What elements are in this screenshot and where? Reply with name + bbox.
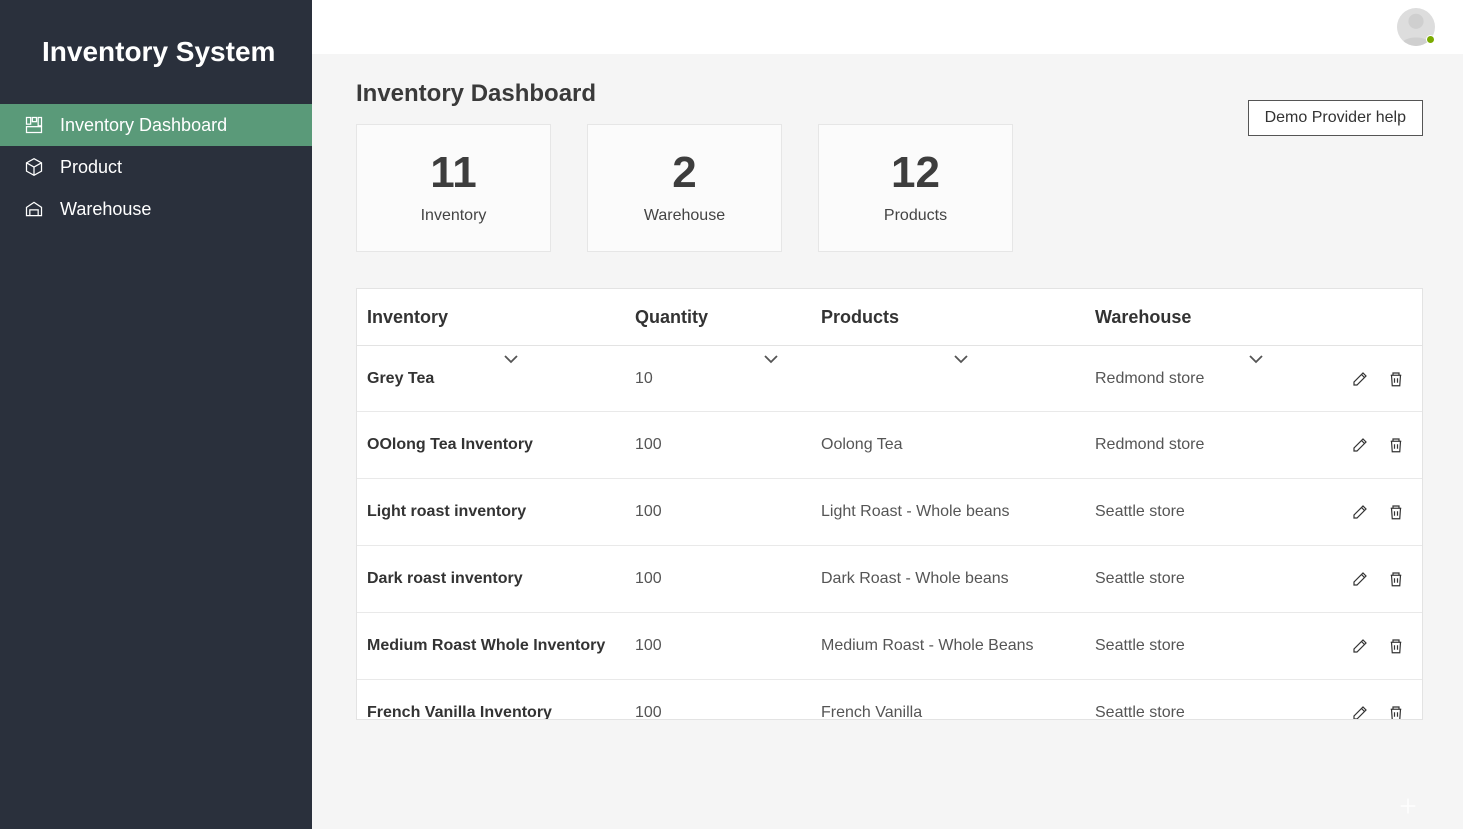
delete-button[interactable]	[1386, 435, 1406, 455]
sidebar-item-label: Warehouse	[60, 199, 151, 220]
edit-button[interactable]	[1350, 435, 1370, 455]
table-row[interactable]: OOlong Tea Inventory100Oolong TeaRedmond…	[357, 412, 1422, 479]
cell-warehouse: Seattle store	[1095, 503, 1279, 521]
edit-button[interactable]	[1350, 569, 1370, 589]
cell-warehouse: Seattle store	[1095, 704, 1279, 720]
cell-warehouse: Seattle store	[1095, 570, 1279, 588]
header-products[interactable]: Products	[821, 307, 1095, 328]
inventory-table: Inventory Quantity Products Warehouse Gr…	[356, 288, 1423, 720]
header-quantity[interactable]: Quantity	[635, 307, 821, 328]
table-row[interactable]: Dark roast inventory100Dark Roast - Whol…	[357, 546, 1422, 613]
add-button[interactable]	[1393, 791, 1423, 821]
main: Inventory Dashboard Demo Provider help 1…	[312, 0, 1463, 829]
cell-inventory: Medium Roast Whole Inventory	[367, 637, 635, 655]
cell-products: Oolong Tea	[821, 436, 1095, 454]
table-row[interactable]: Light roast inventory100Light Roast - Wh…	[357, 479, 1422, 546]
delete-button[interactable]	[1386, 703, 1406, 720]
filter-chevron-products[interactable]	[952, 352, 970, 366]
card-value: 12	[891, 151, 940, 195]
delete-button[interactable]	[1386, 569, 1406, 589]
cell-inventory: Light roast inventory	[367, 503, 635, 521]
header-warehouse[interactable]: Warehouse	[1095, 307, 1279, 328]
dashboard-icon	[24, 115, 44, 135]
user-avatar[interactable]	[1397, 8, 1435, 46]
cell-warehouse: Redmond store	[1095, 370, 1279, 388]
content: Inventory Dashboard Demo Provider help 1…	[312, 54, 1463, 829]
summary-cards: 11 Inventory 2 Warehouse 12 Products	[356, 124, 1423, 252]
table-row[interactable]: French Vanilla Inventory100French Vanill…	[357, 680, 1422, 720]
sidebar-item-warehouse[interactable]: Warehouse	[0, 188, 312, 230]
presence-dot-icon	[1426, 35, 1435, 44]
cell-inventory: OOlong Tea Inventory	[367, 436, 635, 454]
sidebar-item-inventory-dashboard[interactable]: Inventory Dashboard	[0, 104, 312, 146]
filter-chevron-quantity[interactable]	[762, 352, 780, 366]
cell-products: French Vanilla	[821, 704, 1095, 720]
cell-quantity: 100	[635, 503, 821, 521]
cell-warehouse: Seattle store	[1095, 637, 1279, 655]
card-value: 11	[430, 151, 477, 195]
cell-quantity: 100	[635, 570, 821, 588]
cell-quantity: 100	[635, 436, 821, 454]
cell-products: Medium Roast - Whole Beans	[821, 637, 1095, 655]
warehouse-icon	[24, 199, 44, 219]
edit-button[interactable]	[1350, 502, 1370, 522]
app-title: Inventory System	[0, 0, 312, 104]
card-label: Products	[884, 207, 947, 225]
delete-button[interactable]	[1386, 636, 1406, 656]
card-products[interactable]: 12 Products	[818, 124, 1013, 252]
sidebar-item-label: Inventory Dashboard	[60, 115, 227, 136]
table-row[interactable]: Medium Roast Whole Inventory100Medium Ro…	[357, 613, 1422, 680]
sidebar-item-product[interactable]: Product	[0, 146, 312, 188]
cell-quantity: 10	[635, 370, 821, 388]
card-inventory[interactable]: 11 Inventory	[356, 124, 551, 252]
table-header-row: Inventory Quantity Products Warehouse	[357, 289, 1422, 346]
filter-chevron-warehouse[interactable]	[1247, 352, 1265, 366]
delete-button[interactable]	[1386, 502, 1406, 522]
cell-inventory: Grey Tea	[367, 370, 635, 388]
demo-provider-help-button[interactable]: Demo Provider help	[1248, 100, 1423, 136]
cell-inventory: Dark roast inventory	[367, 570, 635, 588]
cell-products: Light Roast - Whole beans	[821, 503, 1095, 521]
card-warehouse[interactable]: 2 Warehouse	[587, 124, 782, 252]
topbar	[312, 0, 1463, 54]
sidebar-item-label: Product	[60, 157, 122, 178]
edit-button[interactable]	[1350, 636, 1370, 656]
cell-warehouse: Redmond store	[1095, 436, 1279, 454]
edit-button[interactable]	[1350, 369, 1370, 389]
card-value: 2	[672, 151, 696, 195]
box-icon	[24, 157, 44, 177]
cell-inventory: French Vanilla Inventory	[367, 704, 635, 720]
delete-button[interactable]	[1386, 369, 1406, 389]
card-label: Inventory	[421, 207, 487, 225]
cell-quantity: 100	[635, 704, 821, 720]
cell-products: Dark Roast - Whole beans	[821, 570, 1095, 588]
edit-button[interactable]	[1350, 703, 1370, 720]
header-inventory[interactable]: Inventory	[367, 307, 635, 328]
sidebar: Inventory System Inventory Dashboard Pro…	[0, 0, 312, 829]
cell-quantity: 100	[635, 637, 821, 655]
table-body: Grey Tea10Redmond storeOOlong Tea Invent…	[357, 346, 1422, 720]
filter-chevron-inventory[interactable]	[502, 352, 520, 366]
table-row[interactable]: Grey Tea10 Redmond store	[357, 346, 1422, 412]
card-label: Warehouse	[644, 207, 725, 225]
